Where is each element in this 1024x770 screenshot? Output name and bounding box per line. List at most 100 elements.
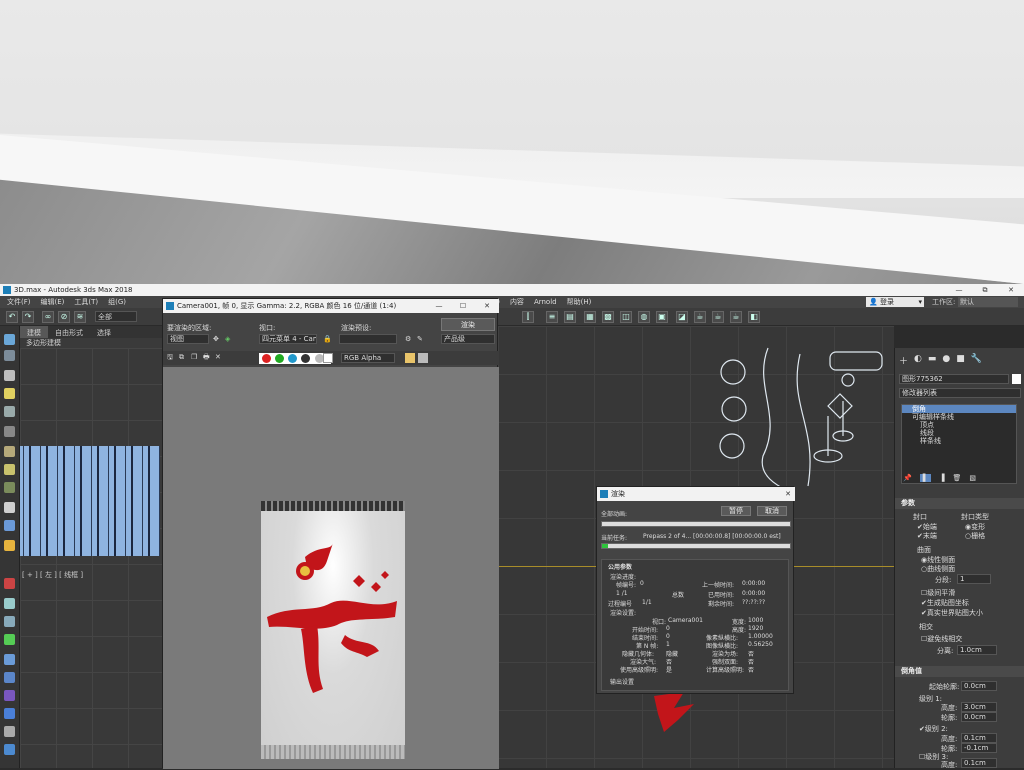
modifier-list-select[interactable]: 修改器列表 (899, 388, 1021, 398)
sphere-icon[interactable] (4, 654, 15, 665)
start-outline-spinner[interactable]: 0.0cm (961, 681, 997, 691)
clear-icon[interactable]: ✕ (215, 353, 221, 361)
align-icon[interactable]: ≡ (546, 311, 558, 323)
channel-display-select[interactable]: RGB Alpha (341, 353, 395, 363)
viewport-left[interactable]: [ + ] [ 左 ] [ 线框 ] (20, 348, 162, 768)
lock-icon[interactable]: 🔒 (323, 335, 332, 343)
display-icon[interactable] (4, 350, 15, 361)
print-icon[interactable]: 🖶 (203, 353, 210, 364)
tab-selection[interactable]: 选择 (90, 326, 118, 338)
display-panel-icon[interactable]: ■ (956, 354, 965, 367)
object-name-field[interactable]: 图形775362 (899, 374, 1009, 384)
blue-channel-toggle[interactable] (288, 354, 297, 363)
bevel-values-rollout[interactable]: 倒角值 (895, 666, 1024, 677)
workspace-select[interactable]: 默认 (958, 297, 1018, 307)
separation-spinner[interactable]: 1.0cm (957, 645, 997, 655)
toggle-overlays-icon[interactable] (418, 353, 428, 363)
production-select[interactable]: 产品级 (441, 334, 495, 344)
poly-modeling-panel[interactable]: 多边形建模 (20, 338, 162, 348)
real-world-checkbox[interactable]: ✔真实世界贴图大小 (921, 608, 983, 618)
configure-sets-icon[interactable]: ▧ (969, 474, 976, 482)
close-button[interactable]: ✕ (998, 284, 1024, 296)
remove-modifier-icon[interactable]: 🗑 (953, 474, 962, 482)
spacewarp-icon[interactable] (4, 446, 15, 457)
trash-icon[interactable] (4, 726, 15, 737)
utilities-icon[interactable]: 🔧 (971, 354, 982, 367)
smooth-across-checkbox[interactable]: ☐级间平滑 (921, 588, 955, 598)
auto-region-icon[interactable]: ◈ (225, 335, 230, 343)
maximize-button[interactable]: ⧉ (972, 284, 998, 296)
area-select[interactable]: 视图 (167, 334, 209, 344)
stack-item-spline[interactable]: 样条线 (902, 437, 1016, 445)
render-iterative-icon[interactable]: ☕ (712, 311, 724, 323)
level2-outline-spinner[interactable]: -0.1cm (961, 743, 997, 753)
render-button[interactable]: 渲染 (441, 318, 495, 331)
menu-edit[interactable]: 编辑(E) (36, 297, 70, 307)
bind-space-warp-icon[interactable]: ≋ (74, 311, 86, 323)
segments-spinner[interactable]: 1 (957, 574, 991, 584)
cap-end-checkbox[interactable]: ✔末端 (917, 531, 937, 541)
pause-button[interactable]: 暂停 (721, 506, 751, 516)
render-setup-icon[interactable]: ⚙ (405, 335, 411, 343)
red-channel-toggle[interactable] (262, 354, 271, 363)
selection-filter-select[interactable]: 全部 (95, 311, 137, 322)
render-canvas[interactable] (163, 367, 499, 769)
viewport-label[interactable]: [ + ] [ 左 ] [ 线框 ] (22, 570, 83, 580)
level2-checkbox[interactable]: ✔级别 2: (919, 724, 948, 734)
maximize-button[interactable]: ☐ (451, 299, 475, 313)
camera-icon[interactable] (4, 406, 15, 417)
teapot-icon[interactable] (4, 672, 15, 683)
preset-select[interactable] (339, 334, 397, 344)
schematic-view-icon[interactable]: ◫ (620, 311, 632, 323)
bone-icon[interactable] (4, 482, 15, 493)
helper-icon[interactable] (4, 426, 15, 437)
save-image-icon[interactable]: 🖫 (167, 353, 173, 364)
menu-arnold[interactable]: Arnold (529, 298, 562, 306)
toggle-ribbon-icon[interactable]: ▦ (584, 311, 596, 323)
stack-item-segment[interactable]: 线段 (902, 429, 1016, 437)
green-channel-toggle[interactable] (275, 354, 284, 363)
geometry-icon[interactable] (4, 370, 15, 381)
hierarchy-icon[interactable]: ▬ (928, 354, 937, 367)
unlink-icon[interactable]: ⊘ (58, 311, 70, 323)
xref-icon[interactable] (4, 578, 15, 589)
menu-tools[interactable]: 工具(T) (69, 297, 103, 307)
material-editor-icon[interactable]: ◍ (638, 311, 650, 323)
params-rollout[interactable]: 参数 (895, 498, 1024, 509)
light-icon[interactable] (4, 388, 15, 399)
manager-icon[interactable] (4, 744, 15, 755)
particle-icon[interactable] (4, 520, 15, 531)
pin-stack-icon[interactable]: 📌 (903, 474, 912, 482)
stack-item-editable-spline[interactable]: 可编辑样条线 (902, 413, 1016, 421)
stack-item-vertex[interactable]: 顶点 (902, 421, 1016, 429)
render-production-icon[interactable]: ☕ (694, 311, 706, 323)
motion-icon[interactable]: ● (942, 354, 950, 367)
make-unique-icon[interactable]: ▐ (939, 474, 944, 482)
frozen-icon[interactable] (4, 616, 15, 627)
render-in-cloud-icon[interactable]: ◧ (748, 311, 760, 323)
eye-icon[interactable] (4, 334, 15, 345)
copy-image-icon[interactable]: ⧉ (179, 353, 184, 362)
tab-freeform[interactable]: 自由形式 (48, 326, 90, 338)
layer-explorer-icon[interactable]: ▤ (564, 311, 576, 323)
show-end-result-icon[interactable]: ▌ (919, 474, 932, 482)
modify-icon[interactable]: ◐ (914, 354, 922, 367)
close-button[interactable]: ✕ (785, 487, 791, 501)
redo-icon[interactable]: ↷ (22, 311, 34, 323)
level3-height-spinner[interactable]: 0.1cm (961, 758, 997, 768)
mirror-icon[interactable]: ⫿ (522, 311, 534, 323)
alpha-channel-toggle[interactable] (301, 354, 310, 363)
close-button[interactable]: ✕ (475, 299, 499, 313)
render-setup-icon[interactable]: ▣ (656, 311, 668, 323)
container-icon[interactable] (4, 502, 15, 513)
toggle-ui-icon[interactable] (405, 353, 415, 363)
render-frame-icon[interactable]: ◪ (676, 311, 688, 323)
minimize-button[interactable]: — (946, 284, 972, 296)
color-swatch[interactable] (323, 353, 333, 363)
link-icon[interactable]: ∞ (42, 311, 54, 323)
create-icon[interactable]: ＋ (899, 354, 908, 367)
menu-file[interactable]: 文件(F) (2, 297, 36, 307)
gen-map-checkbox[interactable]: ✔生成贴图坐标 (921, 598, 969, 608)
menu-content[interactable]: 内容 (505, 297, 529, 307)
keep-lines-checkbox[interactable]: ☐避免线相交 (921, 634, 962, 644)
